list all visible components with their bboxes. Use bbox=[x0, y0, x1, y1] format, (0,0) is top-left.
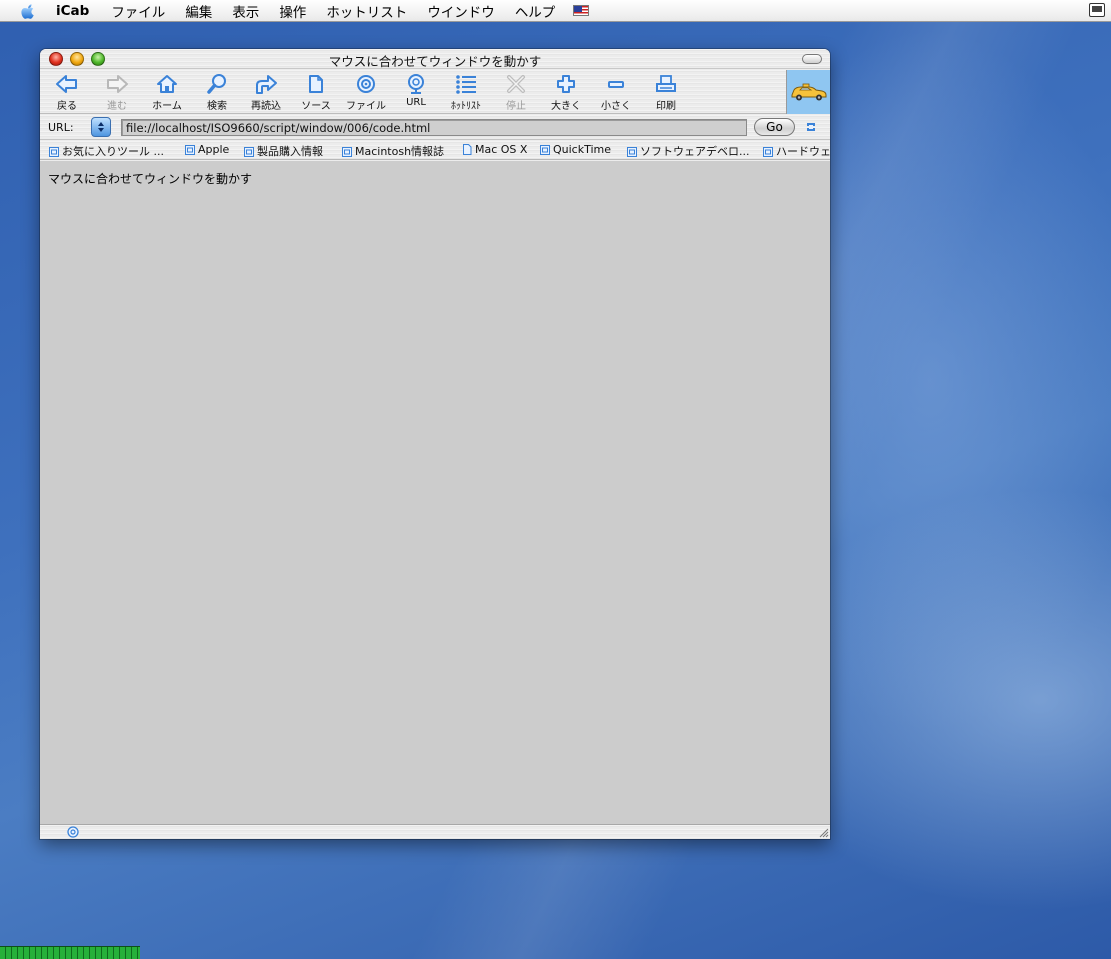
plus-icon bbox=[553, 72, 579, 96]
text-smaller-button[interactable]: 小さく bbox=[591, 72, 641, 112]
bookmarks-bar: お気に入りツール ... Apple 製品購入情報 Macintosh情報誌 M… bbox=[40, 141, 830, 160]
icab-taxi-logo[interactable] bbox=[786, 70, 830, 114]
reload-button[interactable]: 再読込 bbox=[241, 72, 291, 112]
back-button[interactable]: 戻る bbox=[42, 72, 92, 112]
search-button-label: 検索 bbox=[207, 101, 227, 112]
file-disc-icon bbox=[353, 72, 379, 96]
stop-x-icon bbox=[503, 72, 529, 96]
url-bar: URL: file://localhost/ISO9660/script/win… bbox=[40, 115, 830, 140]
window-title: マウスに合わせてウィンドウを動かす bbox=[328, 54, 542, 69]
text-larger-button[interactable]: 大きく bbox=[541, 72, 591, 112]
minus-icon bbox=[603, 72, 629, 96]
file-button[interactable]: ファイル bbox=[341, 72, 391, 112]
application-menu-icon[interactable] bbox=[1089, 3, 1105, 17]
stop-button[interactable]: 停止 bbox=[491, 72, 541, 112]
bookmark-quicktime[interactable]: QuickTime bbox=[540, 143, 611, 156]
page-content: マウスに合わせてウィンドウを動かす bbox=[40, 161, 830, 824]
menu-edit[interactable]: 編集 bbox=[175, 1, 222, 21]
menu-window[interactable]: ウインドウ bbox=[417, 1, 505, 21]
forward-arrow-icon bbox=[104, 72, 130, 96]
bookmark-label: QuickTime bbox=[553, 143, 612, 156]
text-smaller-button-label: 小さく bbox=[601, 101, 631, 112]
stop-button-label: 停止 bbox=[506, 101, 526, 112]
hotlist-button[interactable]: ﾎｯﾄﾘｽﾄ bbox=[441, 72, 491, 112]
view-source-button-label: ソース bbox=[301, 101, 331, 112]
printer-icon bbox=[653, 72, 679, 96]
file-button-label: ファイル bbox=[346, 101, 386, 112]
bookmark-folder-icon bbox=[342, 146, 352, 157]
home-button[interactable]: ホーム bbox=[142, 72, 192, 112]
url-label: URL: bbox=[48, 121, 74, 134]
hotlist-button-label: ﾎｯﾄﾘｽﾄ bbox=[451, 101, 481, 112]
menu-file[interactable]: ファイル bbox=[101, 1, 175, 21]
bookmark-label: Macintosh情報誌 bbox=[355, 145, 445, 158]
print-button-label: 印刷 bbox=[656, 101, 676, 112]
url-input[interactable]: file://localhost/ISO9660/script/window/0… bbox=[121, 119, 747, 136]
menu-hotlist[interactable]: ホットリスト bbox=[316, 1, 417, 21]
forward-button[interactable]: 進む bbox=[92, 72, 142, 112]
bookmark-label: お気に入りツール ... bbox=[62, 145, 164, 158]
bookmark-label: Apple bbox=[198, 143, 230, 156]
home-button-label: ホーム bbox=[152, 101, 182, 112]
bookmark-page-icon bbox=[463, 144, 472, 155]
go-button[interactable]: Go bbox=[754, 118, 795, 136]
text-larger-button-label: 大きく bbox=[551, 101, 581, 112]
search-button[interactable]: 検索 bbox=[192, 72, 242, 112]
magnifier-icon bbox=[204, 72, 230, 96]
reload-button-label: 再読込 bbox=[251, 101, 281, 112]
bookmark-mac-os-x[interactable]: Mac OS X bbox=[462, 143, 527, 156]
bookmark-label: 製品購入情報 bbox=[257, 145, 323, 158]
bookmark-label: ソフトウェアデベロ... bbox=[640, 145, 750, 158]
bookmark-software-developer[interactable]: ソフトウェアデベロ... bbox=[627, 143, 750, 159]
status-disc-icon[interactable] bbox=[67, 826, 79, 838]
browser-window: マウスに合わせてウィンドウを動かす 戻る 進む ホーム 検索 再読込 ソース フ… bbox=[40, 49, 830, 839]
forward-button-label: 進む bbox=[107, 101, 127, 112]
back-arrow-icon bbox=[54, 72, 80, 96]
desktop-progress-indicator bbox=[0, 946, 140, 959]
bookmark-apple[interactable]: Apple bbox=[185, 143, 229, 156]
bookmark-folder-icon bbox=[185, 145, 195, 155]
toolbar: 戻る 進む ホーム 検索 再読込 ソース ファイル URL ﾎｯﾄﾘｽﾄ 停止 … bbox=[40, 70, 830, 114]
url-history-popup-button[interactable] bbox=[91, 117, 111, 137]
bookmark-folder-icon bbox=[763, 146, 773, 157]
bookmark-favorites-tools[interactable]: お気に入りツール ... bbox=[49, 143, 164, 159]
back-button-label: 戻る bbox=[57, 101, 77, 112]
bookmark-folder-icon bbox=[49, 146, 59, 157]
bookmark-folder-icon bbox=[627, 146, 637, 157]
url-globe-icon bbox=[403, 72, 429, 96]
resize-grip-icon[interactable] bbox=[817, 826, 829, 838]
menu-app-name[interactable]: iCab bbox=[52, 3, 101, 19]
view-source-button[interactable]: ソース bbox=[291, 72, 341, 112]
status-bar bbox=[40, 824, 830, 839]
taxi-icon bbox=[791, 83, 826, 101]
bookmark-folder-icon bbox=[540, 145, 550, 155]
url-button[interactable]: URL bbox=[391, 72, 441, 112]
bookmark-folder-icon bbox=[244, 146, 254, 157]
reload-icon bbox=[253, 72, 279, 96]
url-button-label: URL bbox=[406, 97, 426, 108]
security-status-icon[interactable] bbox=[805, 121, 817, 133]
toolbar-toggle-button[interactable] bbox=[802, 54, 822, 64]
bookmark-macintosh-magazines[interactable]: Macintosh情報誌 bbox=[342, 143, 444, 159]
us-flag-keyboard-icon[interactable] bbox=[573, 5, 590, 16]
hotlist-icon bbox=[453, 72, 479, 96]
menu-help[interactable]: ヘルプ bbox=[505, 1, 566, 21]
bookmark-hardware[interactable]: ハードウェ bbox=[763, 143, 830, 159]
page-heading-text: マウスに合わせてウィンドウを動かす bbox=[48, 172, 253, 186]
title-bar[interactable]: マウスに合わせてウィンドウを動かす bbox=[40, 49, 830, 69]
print-button[interactable]: 印刷 bbox=[641, 72, 691, 112]
home-icon bbox=[154, 72, 180, 96]
apple-menu-icon[interactable] bbox=[18, 1, 38, 21]
menu-go[interactable]: 操作 bbox=[269, 1, 316, 21]
bookmark-label: ハードウェ bbox=[776, 145, 830, 158]
bookmark-product-purchase[interactable]: 製品購入情報 bbox=[244, 143, 323, 159]
menu-view[interactable]: 表示 bbox=[222, 1, 269, 21]
bookmark-label: Mac OS X bbox=[475, 143, 528, 156]
menu-bar: iCab ファイル 編集 表示 操作 ホットリスト ウインドウ ヘルプ bbox=[0, 0, 1111, 22]
source-document-icon bbox=[303, 72, 329, 96]
up-down-arrows-icon bbox=[98, 122, 104, 132]
